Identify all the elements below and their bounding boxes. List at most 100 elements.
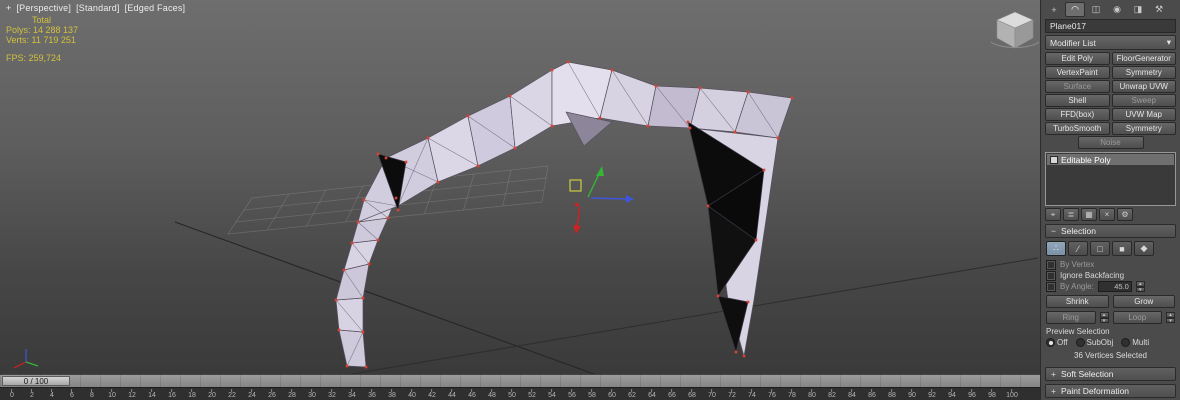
gizmo-origin xyxy=(575,203,579,207)
modifier-button-uvw-map[interactable]: UVW Map xyxy=(1111,108,1176,121)
tab-utilities-icon[interactable]: ⚒ xyxy=(1149,2,1169,17)
perspective-viewport[interactable]: + [Perspective] [Standard] [Edged Faces]… xyxy=(0,0,1040,374)
element-subobject-icon[interactable]: ◆ xyxy=(1134,241,1154,256)
grow-button[interactable]: Grow xyxy=(1112,295,1175,308)
ruler-tick: 50 xyxy=(508,389,516,400)
rollout-soft-selection-title: Soft Selection xyxy=(1061,369,1114,379)
stack-tools-row: ⌖ ≣ ▦ × ⚙ xyxy=(1045,208,1176,221)
modifier-button-turbosmooth[interactable]: TurboSmooth xyxy=(1045,122,1110,135)
modifier-list-dropdown[interactable]: Modifier List ▾ xyxy=(1045,35,1176,50)
viewport-scene[interactable] xyxy=(0,0,1040,374)
configure-modifier-sets-button[interactable]: ⚙ xyxy=(1117,208,1133,221)
by-angle-field[interactable]: 45.0 xyxy=(1097,281,1132,292)
radio-subobj[interactable]: SubObj xyxy=(1075,338,1114,347)
object-name-field[interactable]: Plane017 xyxy=(1045,19,1176,33)
time-slider-track[interactable]: 0 / 100 xyxy=(0,374,1040,387)
radio-multi[interactable]: Multi xyxy=(1121,338,1149,347)
modifier-button-vertexpaint[interactable]: VertexPaint xyxy=(1045,66,1110,79)
radio-multi-label: Multi xyxy=(1132,338,1150,347)
rollout-selection-title: Selection xyxy=(1061,226,1096,236)
ruler-tick: 6 xyxy=(70,389,74,400)
spinner-down-icon[interactable]: ▾ xyxy=(1099,317,1109,323)
ruler-tick: 46 xyxy=(468,389,476,400)
grid-axis-line xyxy=(174,221,596,374)
ruler-tick: 64 xyxy=(648,389,656,400)
viewport-shading-menu[interactable]: [Standard] xyxy=(76,3,120,13)
loop-button[interactable]: Loop xyxy=(1112,311,1162,324)
by-vertex-checkbox[interactable] xyxy=(1046,259,1056,270)
ring-button[interactable]: Ring xyxy=(1046,311,1096,324)
spinner-down-icon[interactable]: ▾ xyxy=(1166,317,1175,323)
modifier-button-symmetry-2[interactable]: Symmetry xyxy=(1111,122,1176,135)
rollout-selection[interactable]: − Selection xyxy=(1045,224,1176,238)
stats-fps: FPS: 259,724 xyxy=(6,53,62,63)
viewport-pov-menu[interactable]: [Perspective] xyxy=(16,3,71,13)
loop-spinner[interactable]: ▴ ▾ xyxy=(1166,312,1175,323)
radio-off[interactable]: Off xyxy=(1046,338,1068,347)
modifier-button-shell[interactable]: Shell xyxy=(1045,94,1110,107)
ring-spinner[interactable]: ▴ ▾ xyxy=(1099,312,1109,323)
ruler-tick: 20 xyxy=(208,389,216,400)
rollout-open-icon: − xyxy=(1051,226,1056,236)
selection-status: 36 Vertices Selected xyxy=(1074,351,1147,360)
tab-create-icon[interactable]: + xyxy=(1044,2,1064,17)
vertex-subobject-icon[interactable]: ∴ xyxy=(1046,241,1066,256)
rollout-paint-deformation-title: Paint Deformation xyxy=(1061,386,1130,396)
viewcube[interactable] xyxy=(990,11,1040,49)
modifier-sets-grid: Edit Poly FloorGenerator VertexPaint Sym… xyxy=(1045,52,1176,149)
gizmo-axis-red[interactable] xyxy=(576,206,581,228)
world-axis-tripod xyxy=(13,349,39,369)
ruler-tick: 22 xyxy=(228,389,236,400)
ruler-tick: 76 xyxy=(768,389,776,400)
radio-off-circle[interactable] xyxy=(1046,338,1055,347)
radio-subobj-circle[interactable] xyxy=(1075,338,1085,347)
ignore-backfacing-checkbox[interactable] xyxy=(1046,270,1056,281)
modifier-button-unwrap-uvw[interactable]: Unwrap UVW xyxy=(1111,80,1176,93)
polygon-subobject-icon[interactable]: ■ xyxy=(1112,241,1132,256)
modifier-stack-list[interactable]: Editable Poly xyxy=(1045,152,1176,206)
radio-subobj-label: SubObj xyxy=(1086,338,1114,347)
ruler-tick: 56 xyxy=(568,389,576,400)
shrink-button[interactable]: Shrink xyxy=(1046,295,1109,308)
ruler-tick: 26 xyxy=(268,389,276,400)
modifier-button-surface[interactable]: Surface xyxy=(1045,80,1110,93)
editable-poly-mesh[interactable] xyxy=(335,61,793,368)
viewport-general-menu[interactable]: + xyxy=(6,3,11,13)
time-slider-handle[interactable]: 0 / 100 xyxy=(2,376,70,386)
by-vertex-label: By Vertex xyxy=(1060,260,1095,269)
radio-multi-circle[interactable] xyxy=(1121,338,1131,347)
stack-item-editable-poly[interactable]: Editable Poly xyxy=(1047,154,1174,165)
viewport-style-menu[interactable]: [Edged Faces] xyxy=(125,3,186,13)
by-angle-label: By Angle: xyxy=(1060,282,1094,291)
ruler-tick: 72 xyxy=(728,389,736,400)
modifier-button-symmetry-1[interactable]: Symmetry xyxy=(1111,66,1176,79)
transform-gizmo[interactable] xyxy=(569,166,634,234)
tab-display-icon[interactable]: ◨ xyxy=(1128,2,1148,17)
by-angle-checkbox[interactable] xyxy=(1046,281,1056,292)
rollout-paint-deformation[interactable]: + Paint Deformation xyxy=(1045,384,1176,398)
show-end-result-button[interactable]: ≣ xyxy=(1063,208,1079,221)
timeline-ruler[interactable]: 0 2 4 6 8 10 12 14 16 18 20 22 24 26 28 30 32 34 36 38 40 42 4… xyxy=(0,387,1040,400)
tab-modify-icon[interactable]: ◠ xyxy=(1065,2,1085,17)
make-unique-button[interactable]: ▦ xyxy=(1081,208,1097,221)
rollout-soft-selection[interactable]: + Soft Selection xyxy=(1045,367,1176,381)
gizmo-plane-handle[interactable] xyxy=(569,179,582,192)
stats-polys: Polys: 14 288 137 xyxy=(6,25,79,35)
edge-subobject-icon[interactable]: ∕ xyxy=(1068,241,1088,256)
modifier-button-edit-poly[interactable]: Edit Poly xyxy=(1045,52,1110,65)
stack-item-visibility-icon[interactable] xyxy=(1050,155,1058,164)
modifier-button-floorgenerator[interactable]: FloorGenerator xyxy=(1111,52,1176,65)
modifier-button-noise[interactable]: Noise xyxy=(1077,136,1144,149)
tab-hierarchy-icon[interactable]: ◫ xyxy=(1086,2,1106,17)
modifier-button-ffd-box[interactable]: FFD(box) xyxy=(1045,108,1110,121)
ruler-tick: 2 xyxy=(30,389,34,400)
border-subobject-icon[interactable]: □ xyxy=(1090,241,1110,256)
gizmo-axis-blue[interactable] xyxy=(590,197,628,200)
by-angle-spinner[interactable]: ▴ ▾ xyxy=(1135,281,1145,292)
modifier-button-sweep[interactable]: Sweep xyxy=(1111,94,1176,107)
remove-modifier-button[interactable]: × xyxy=(1099,208,1115,221)
tab-motion-icon[interactable]: ◉ xyxy=(1107,2,1127,17)
ruler-tick: 14 xyxy=(148,389,156,400)
spinner-down-icon[interactable]: ▾ xyxy=(1135,286,1145,292)
pin-stack-button[interactable]: ⌖ xyxy=(1045,208,1061,221)
